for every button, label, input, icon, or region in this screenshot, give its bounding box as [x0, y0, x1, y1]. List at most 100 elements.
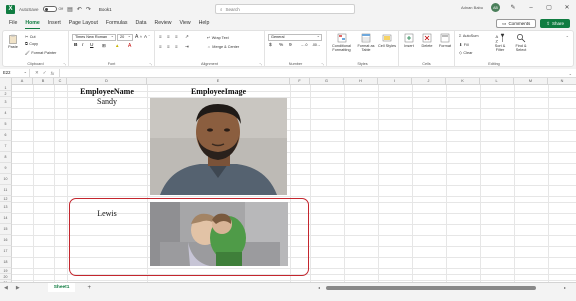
row-header-16[interactable]: 16 [0, 235, 12, 246]
font-color-icon[interactable]: A [128, 43, 131, 49]
dialog-launcher-icon[interactable]: ⤡ [64, 62, 66, 66]
insert-function-icon[interactable]: fx [51, 71, 55, 76]
save-icon[interactable]: ▤ [67, 6, 73, 13]
format-painter-button[interactable]: 🖌︎ Format Painter [25, 50, 56, 56]
clear-button[interactable]: ◇ Clear [459, 50, 473, 56]
row-header-11[interactable]: 11 [0, 185, 12, 196]
borders-icon[interactable]: ⊞ [102, 43, 106, 49]
increase-decimal-icon[interactable]: ←.0 [301, 43, 307, 47]
horizontal-scrollbar[interactable]: ◂ ▸ [318, 285, 566, 290]
row-header-8[interactable]: 8 [0, 152, 12, 163]
sheet-next-icon[interactable]: ▶ [12, 285, 24, 291]
row-header-13[interactable]: 13 [0, 202, 12, 213]
row-header-4[interactable]: 4 [0, 108, 12, 119]
middle-align-icon[interactable]: ≡ [167, 34, 170, 39]
fill-button[interactable]: ⬇ Fill [459, 42, 469, 48]
tab-help[interactable]: Help [195, 18, 214, 29]
format-as-table-button[interactable]: Format as Table [356, 33, 376, 52]
shrink-font-icon[interactable]: Aˇ [144, 34, 150, 39]
comments-button[interactable]: ▭ Comments [496, 19, 537, 28]
column-header-n[interactable]: N [548, 78, 576, 85]
column-header-f[interactable]: F [290, 78, 310, 85]
sheet-tab-sheet1[interactable]: Sheet1 [47, 282, 76, 293]
column-header-e[interactable]: E [147, 78, 290, 85]
autosum-button[interactable]: Σ AutoSum [459, 34, 478, 38]
maximize-icon[interactable]: ▢ [544, 4, 554, 11]
column-header-c[interactable]: C [54, 78, 67, 85]
comma-style-button[interactable]: 9 [289, 43, 292, 48]
formula-input[interactable] [60, 69, 569, 77]
conditional-formatting-button[interactable]: Conditional Formatting [328, 33, 355, 52]
underline-button[interactable]: U [90, 43, 93, 48]
find-select-button[interactable]: Find & Select [511, 33, 531, 52]
tab-formulas[interactable]: Formulas [102, 18, 132, 29]
orientation-icon[interactable]: ↗ [185, 34, 189, 40]
dialog-launcher-icon[interactable]: ⤡ [322, 62, 324, 66]
copy-button[interactable]: ⧉ Copy [25, 42, 38, 46]
grow-font-icon[interactable]: A ^ [135, 34, 142, 40]
decrease-decimal-icon[interactable]: .00→ [312, 43, 320, 47]
column-header-l[interactable]: L [480, 78, 514, 85]
row-header-9[interactable]: 9 [0, 163, 12, 174]
number-format-select[interactable]: General [268, 33, 322, 41]
document-name[interactable]: Book1 [99, 7, 112, 12]
row-header-18[interactable]: 18 [0, 257, 12, 268]
tab-file[interactable]: File [5, 18, 21, 29]
align-left-icon[interactable]: ≡ [159, 44, 162, 49]
cancel-icon[interactable]: ✕ [35, 70, 39, 76]
scroll-left-icon[interactable]: ◂ [318, 285, 320, 290]
italic-button[interactable]: I [82, 43, 83, 48]
merge-center-button[interactable]: ⇔ Merge & Center [207, 45, 239, 49]
currency-button[interactable]: $ [269, 43, 272, 48]
employee-photo-sandy[interactable] [150, 98, 287, 195]
search-box[interactable]: ⌕ Search [215, 4, 355, 14]
pen-icon[interactable]: ✎ [508, 4, 518, 11]
enter-icon[interactable]: ✓ [43, 70, 47, 76]
row-header-5[interactable]: 5 [0, 119, 12, 130]
scroll-right-icon[interactable]: ▸ [564, 285, 566, 290]
insert-cells-button[interactable]: Insert [401, 33, 417, 48]
row-header-3[interactable]: 3 [0, 97, 12, 108]
sort-filter-button[interactable]: AZ Sort & Filter [491, 33, 509, 52]
align-right-icon[interactable]: ≡ [175, 44, 178, 49]
font-size-select[interactable]: 20 [117, 33, 133, 41]
add-sheet-button[interactable]: + [87, 285, 91, 291]
row-header-17[interactable]: 17 [0, 246, 12, 257]
column-header-b[interactable]: B [33, 78, 54, 85]
autosave-toggle[interactable] [42, 6, 57, 12]
wrap-text-button[interactable]: ↵ Wrap Text [207, 35, 229, 41]
header-employee-image[interactable]: EmployeeImage [147, 87, 290, 96]
close-icon[interactable]: ✕ [562, 4, 572, 11]
indent-icon[interactable]: ⇥ [185, 44, 189, 50]
row-header-7[interactable]: 7 [0, 141, 12, 152]
column-header-i[interactable]: I [378, 78, 412, 85]
top-align-icon[interactable]: ≡ [159, 34, 162, 39]
row-header-15[interactable]: 15 [0, 224, 12, 235]
ribbon-collapse-icon[interactable]: ⌄ [566, 33, 569, 38]
select-all-corner[interactable] [0, 78, 12, 85]
row-header-10[interactable]: 10 [0, 174, 12, 185]
column-header-m[interactable]: M [514, 78, 548, 85]
tab-review[interactable]: Review [151, 18, 176, 29]
worksheet-grid[interactable]: A B C D E F G H I J K L M N 1 2 3 4 5 6 … [0, 78, 576, 282]
delete-cells-button[interactable]: Delete [419, 33, 435, 48]
avatar[interactable]: AB [491, 3, 500, 12]
fill-color-icon[interactable]: ▲ [115, 43, 119, 48]
column-header-a[interactable]: A [12, 78, 33, 85]
bold-button[interactable]: B [74, 43, 77, 48]
redo-icon[interactable]: ↷ [86, 6, 91, 13]
row-header-14[interactable]: 14 [0, 213, 12, 224]
row-header-6[interactable]: 6 [0, 130, 12, 141]
cut-button[interactable]: ✂ Cut [25, 34, 36, 40]
undo-icon[interactable]: ↶ [77, 6, 82, 13]
column-header-g[interactable]: G [310, 78, 344, 85]
minimize-icon[interactable]: – [526, 5, 536, 11]
dialog-launcher-icon[interactable]: ⤡ [150, 62, 152, 66]
tab-home[interactable]: Home [21, 18, 43, 29]
tab-data[interactable]: Data [132, 18, 151, 29]
sheet-prev-icon[interactable]: ◀ [0, 285, 12, 291]
bottom-align-icon[interactable]: ≡ [175, 34, 178, 39]
tab-insert[interactable]: Insert [44, 18, 65, 29]
column-header-k[interactable]: K [446, 78, 480, 85]
tab-view[interactable]: View [176, 18, 195, 29]
